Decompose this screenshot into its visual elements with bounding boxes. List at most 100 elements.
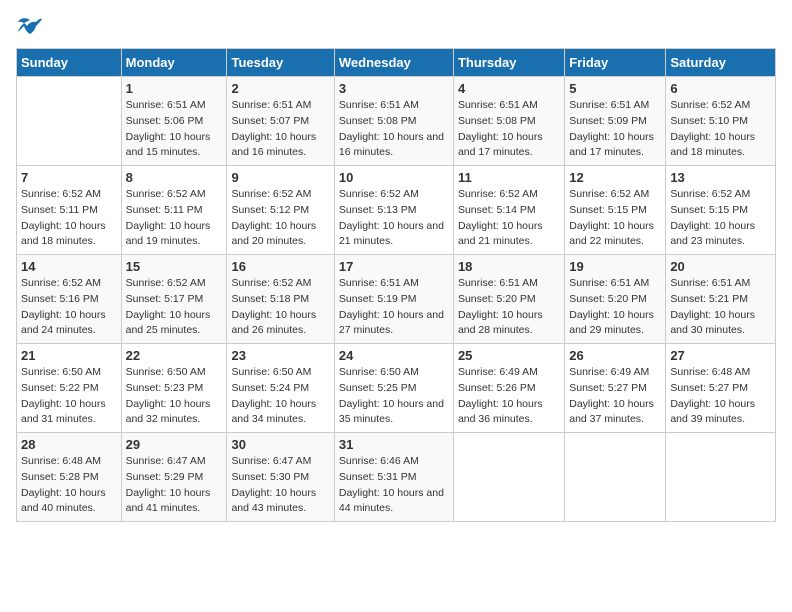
sunrise: Sunrise: 6:47 AM xyxy=(231,455,311,467)
day-info: Sunrise: 6:52 AM Sunset: 5:12 PM Dayligh… xyxy=(231,187,329,250)
daylight: Daylight: 10 hours and 36 minutes. xyxy=(458,398,543,426)
sunrise: Sunrise: 6:51 AM xyxy=(569,277,649,289)
sunset: Sunset: 5:27 PM xyxy=(569,382,647,394)
sunset: Sunset: 5:12 PM xyxy=(231,204,309,216)
day-info: Sunrise: 6:52 AM Sunset: 5:10 PM Dayligh… xyxy=(670,98,771,161)
day-number: 9 xyxy=(231,170,329,185)
sunrise: Sunrise: 6:50 AM xyxy=(231,366,311,378)
daylight: Daylight: 10 hours and 23 minutes. xyxy=(670,220,755,248)
sunrise: Sunrise: 6:50 AM xyxy=(21,366,101,378)
sunset: Sunset: 5:17 PM xyxy=(126,293,204,305)
sunrise: Sunrise: 6:51 AM xyxy=(458,99,538,111)
day-info: Sunrise: 6:47 AM Sunset: 5:30 PM Dayligh… xyxy=(231,454,329,517)
day-cell: 18 Sunrise: 6:51 AM Sunset: 5:20 PM Dayl… xyxy=(453,255,564,344)
week-row-4: 28 Sunrise: 6:48 AM Sunset: 5:28 PM Dayl… xyxy=(17,433,776,522)
day-cell: 23 Sunrise: 6:50 AM Sunset: 5:24 PM Dayl… xyxy=(227,344,334,433)
day-cell: 14 Sunrise: 6:52 AM Sunset: 5:16 PM Dayl… xyxy=(17,255,122,344)
header-sunday: Sunday xyxy=(17,49,122,77)
day-number: 8 xyxy=(126,170,223,185)
day-number: 26 xyxy=(569,348,661,363)
day-number: 27 xyxy=(670,348,771,363)
sunset: Sunset: 5:24 PM xyxy=(231,382,309,394)
day-info: Sunrise: 6:50 AM Sunset: 5:22 PM Dayligh… xyxy=(21,365,117,428)
day-number: 12 xyxy=(569,170,661,185)
daylight: Daylight: 10 hours and 29 minutes. xyxy=(569,309,654,337)
daylight: Daylight: 10 hours and 18 minutes. xyxy=(670,131,755,159)
day-cell: 19 Sunrise: 6:51 AM Sunset: 5:20 PM Dayl… xyxy=(565,255,666,344)
day-cell: 13 Sunrise: 6:52 AM Sunset: 5:15 PM Dayl… xyxy=(666,166,776,255)
day-cell: 25 Sunrise: 6:49 AM Sunset: 5:26 PM Dayl… xyxy=(453,344,564,433)
header-tuesday: Tuesday xyxy=(227,49,334,77)
sunrise: Sunrise: 6:51 AM xyxy=(339,277,419,289)
day-number: 16 xyxy=(231,259,329,274)
sunset: Sunset: 5:29 PM xyxy=(126,471,204,483)
day-number: 13 xyxy=(670,170,771,185)
day-cell xyxy=(666,433,776,522)
daylight: Daylight: 10 hours and 26 minutes. xyxy=(231,309,316,337)
sunset: Sunset: 5:23 PM xyxy=(126,382,204,394)
day-info: Sunrise: 6:52 AM Sunset: 5:16 PM Dayligh… xyxy=(21,276,117,339)
daylight: Daylight: 10 hours and 35 minutes. xyxy=(339,398,444,426)
sunset: Sunset: 5:26 PM xyxy=(458,382,536,394)
daylight: Daylight: 10 hours and 21 minutes. xyxy=(339,220,444,248)
logo xyxy=(16,16,48,38)
sunset: Sunset: 5:22 PM xyxy=(21,382,99,394)
day-cell: 3 Sunrise: 6:51 AM Sunset: 5:08 PM Dayli… xyxy=(334,77,453,166)
day-number: 3 xyxy=(339,81,449,96)
header-monday: Monday xyxy=(121,49,227,77)
daylight: Daylight: 10 hours and 21 minutes. xyxy=(458,220,543,248)
sunrise: Sunrise: 6:51 AM xyxy=(458,277,538,289)
day-cell: 5 Sunrise: 6:51 AM Sunset: 5:09 PM Dayli… xyxy=(565,77,666,166)
daylight: Daylight: 10 hours and 31 minutes. xyxy=(21,398,106,426)
sunrise: Sunrise: 6:47 AM xyxy=(126,455,206,467)
day-number: 19 xyxy=(569,259,661,274)
day-cell: 2 Sunrise: 6:51 AM Sunset: 5:07 PM Dayli… xyxy=(227,77,334,166)
sunrise: Sunrise: 6:52 AM xyxy=(21,277,101,289)
daylight: Daylight: 10 hours and 39 minutes. xyxy=(670,398,755,426)
day-number: 10 xyxy=(339,170,449,185)
daylight: Daylight: 10 hours and 16 minutes. xyxy=(339,131,444,159)
day-info: Sunrise: 6:51 AM Sunset: 5:09 PM Dayligh… xyxy=(569,98,661,161)
day-info: Sunrise: 6:51 AM Sunset: 5:07 PM Dayligh… xyxy=(231,98,329,161)
header-saturday: Saturday xyxy=(666,49,776,77)
day-cell xyxy=(565,433,666,522)
day-cell: 12 Sunrise: 6:52 AM Sunset: 5:15 PM Dayl… xyxy=(565,166,666,255)
daylight: Daylight: 10 hours and 16 minutes. xyxy=(231,131,316,159)
sunrise: Sunrise: 6:52 AM xyxy=(670,99,750,111)
daylight: Daylight: 10 hours and 44 minutes. xyxy=(339,487,444,515)
day-cell: 24 Sunrise: 6:50 AM Sunset: 5:25 PM Dayl… xyxy=(334,344,453,433)
day-info: Sunrise: 6:51 AM Sunset: 5:21 PM Dayligh… xyxy=(670,276,771,339)
day-info: Sunrise: 6:49 AM Sunset: 5:27 PM Dayligh… xyxy=(569,365,661,428)
sunrise: Sunrise: 6:48 AM xyxy=(21,455,101,467)
sunrise: Sunrise: 6:46 AM xyxy=(339,455,419,467)
day-cell: 20 Sunrise: 6:51 AM Sunset: 5:21 PM Dayl… xyxy=(666,255,776,344)
day-info: Sunrise: 6:47 AM Sunset: 5:29 PM Dayligh… xyxy=(126,454,223,517)
sunrise: Sunrise: 6:49 AM xyxy=(458,366,538,378)
day-info: Sunrise: 6:50 AM Sunset: 5:23 PM Dayligh… xyxy=(126,365,223,428)
sunrise: Sunrise: 6:52 AM xyxy=(231,277,311,289)
sunset: Sunset: 5:25 PM xyxy=(339,382,417,394)
day-number: 30 xyxy=(231,437,329,452)
daylight: Daylight: 10 hours and 28 minutes. xyxy=(458,309,543,337)
week-row-3: 21 Sunrise: 6:50 AM Sunset: 5:22 PM Dayl… xyxy=(17,344,776,433)
logo-icon xyxy=(16,16,44,38)
sunset: Sunset: 5:28 PM xyxy=(21,471,99,483)
day-number: 7 xyxy=(21,170,117,185)
sunrise: Sunrise: 6:52 AM xyxy=(670,188,750,200)
day-cell xyxy=(453,433,564,522)
day-info: Sunrise: 6:51 AM Sunset: 5:20 PM Dayligh… xyxy=(569,276,661,339)
sunset: Sunset: 5:30 PM xyxy=(231,471,309,483)
sunset: Sunset: 5:08 PM xyxy=(339,115,417,127)
day-info: Sunrise: 6:46 AM Sunset: 5:31 PM Dayligh… xyxy=(339,454,449,517)
day-number: 6 xyxy=(670,81,771,96)
day-cell: 22 Sunrise: 6:50 AM Sunset: 5:23 PM Dayl… xyxy=(121,344,227,433)
sunset: Sunset: 5:10 PM xyxy=(670,115,748,127)
day-number: 14 xyxy=(21,259,117,274)
sunset: Sunset: 5:20 PM xyxy=(458,293,536,305)
day-number: 1 xyxy=(126,81,223,96)
daylight: Daylight: 10 hours and 20 minutes. xyxy=(231,220,316,248)
day-cell: 26 Sunrise: 6:49 AM Sunset: 5:27 PM Dayl… xyxy=(565,344,666,433)
day-info: Sunrise: 6:52 AM Sunset: 5:11 PM Dayligh… xyxy=(126,187,223,250)
sunrise: Sunrise: 6:51 AM xyxy=(339,99,419,111)
day-info: Sunrise: 6:51 AM Sunset: 5:08 PM Dayligh… xyxy=(339,98,449,161)
